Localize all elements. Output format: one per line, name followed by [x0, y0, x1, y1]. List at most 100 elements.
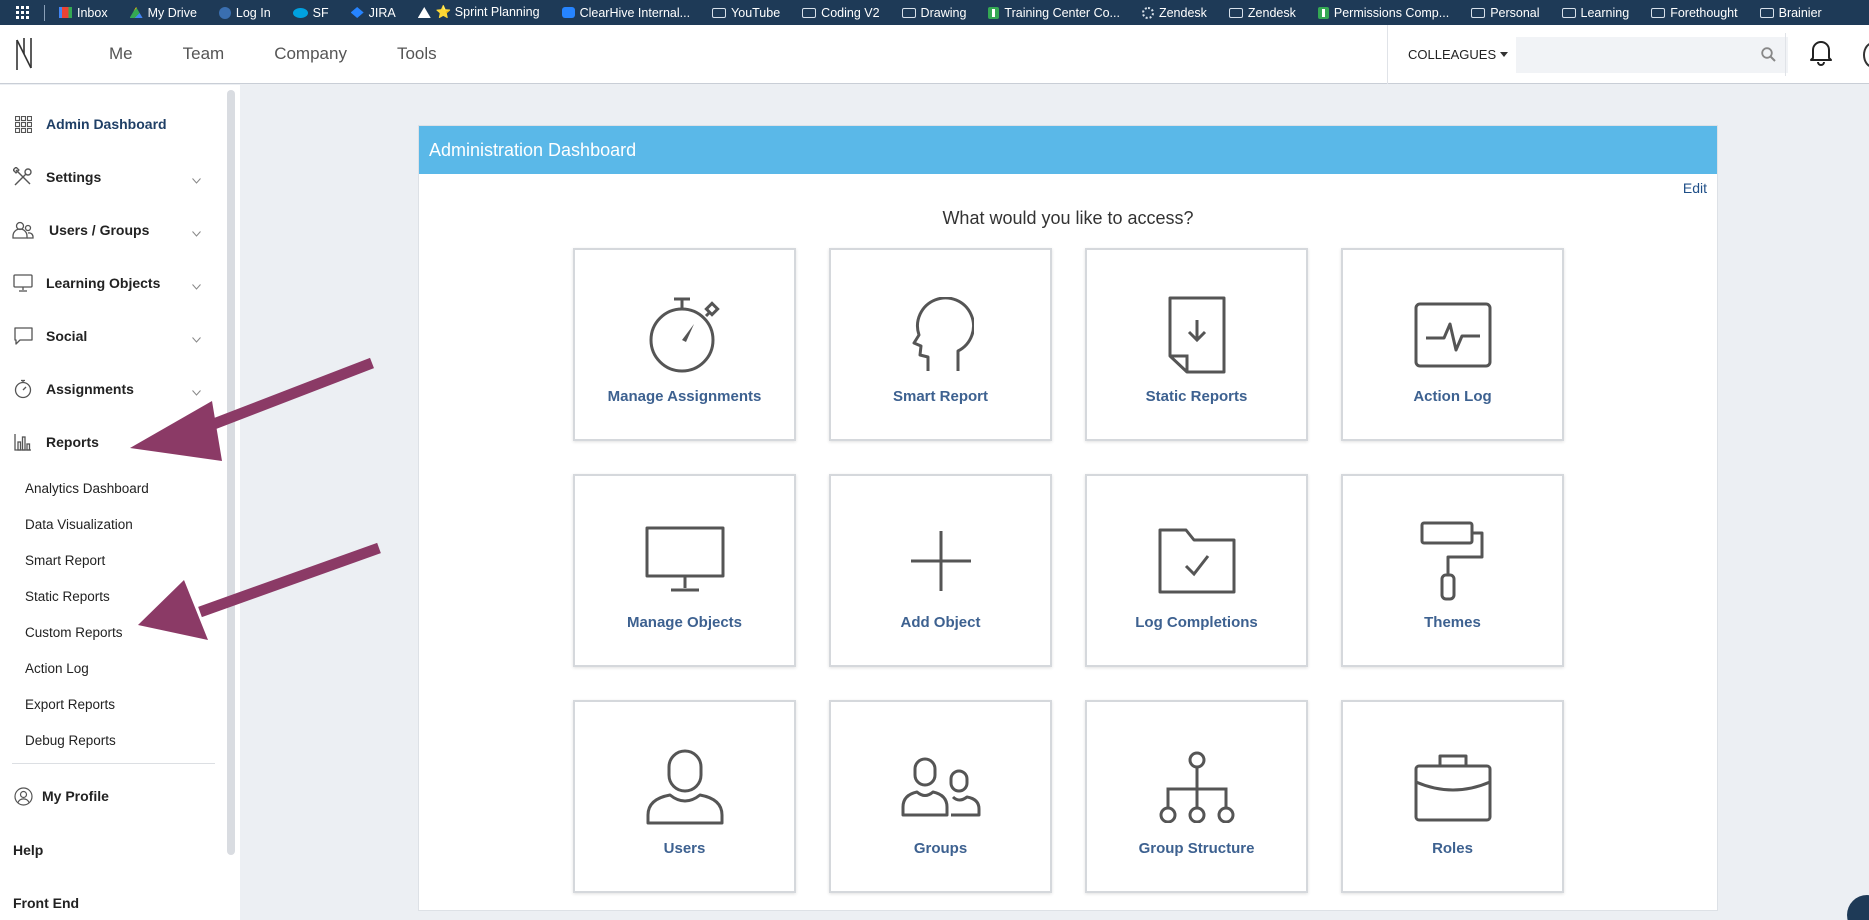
sidebar-item-users-groups[interactable]: Users / Groups	[0, 208, 215, 252]
bookmark-label: Personal	[1490, 5, 1540, 20]
tile-users[interactable]: Users	[573, 700, 796, 893]
chat-launcher-icon[interactable]	[1847, 895, 1869, 920]
sidebar-item-settings[interactable]: Settings	[0, 155, 215, 199]
nav-link-company[interactable]: Company	[249, 44, 372, 64]
admin-dashboard-panel: Administration Dashboard Edit What would…	[418, 125, 1718, 911]
bookmark-learning[interactable]: Learning	[1561, 6, 1629, 20]
sidebar-subitem-custom-reports[interactable]: Custom Reports	[25, 625, 123, 640]
bookmark-youtube[interactable]: YouTube	[712, 6, 780, 20]
colleagues-dropdown[interactable]: COLLEAGUES	[1408, 47, 1509, 62]
bookmark-coding-v2[interactable]: Coding V2	[802, 5, 880, 20]
bookmark-permissions[interactable]: Permissions Comp...	[1317, 5, 1450, 20]
sidebar-item-admin-dashboard[interactable]: Admin Dashboard	[0, 102, 215, 146]
bookmark-forethought[interactable]: Forethought	[1651, 6, 1738, 20]
sidebar-item-learning-objects[interactable]: Learning Objects	[0, 261, 215, 305]
tile-label: Manage Objects	[626, 614, 743, 631]
tile-group-structure[interactable]: Group Structure	[1085, 700, 1308, 893]
sidebar-item-social[interactable]: Social	[0, 314, 215, 358]
sidebar-item-label: Users / Groups	[49, 222, 150, 238]
folder-icon	[802, 7, 817, 18]
bar-chart-icon	[12, 433, 34, 451]
tile-log-completions[interactable]: Log Completions	[1085, 474, 1308, 667]
bookmark-label: Coding V2	[821, 5, 880, 20]
tile-groups[interactable]: Groups	[829, 700, 1052, 893]
panel-header: Administration Dashboard	[419, 126, 1717, 174]
head-icon	[908, 294, 974, 376]
search-input[interactable]	[1516, 36, 1789, 73]
bookmark-log-in[interactable]: Log In	[218, 6, 271, 20]
bookmark-inbox[interactable]: Inbox	[59, 6, 108, 20]
tile-roles[interactable]: Roles	[1341, 700, 1564, 893]
document-download-icon	[1167, 294, 1227, 376]
bell-icon[interactable]	[1808, 38, 1834, 71]
bookmark-personal[interactable]: Personal	[1471, 5, 1540, 20]
users-icon	[12, 221, 34, 239]
folder-icon	[1228, 7, 1243, 18]
nav-link-team[interactable]: Team	[158, 44, 250, 64]
tile-label: Static Reports	[1145, 388, 1248, 405]
avatar[interactable]	[1863, 42, 1869, 68]
chevron-down-icon[interactable]	[192, 277, 201, 295]
chevron-down-icon[interactable]	[192, 330, 201, 348]
drive-icon	[129, 7, 143, 18]
sidebar-item-label: Social	[46, 328, 88, 344]
bookmark-brainier[interactable]: Brainier	[1759, 6, 1822, 20]
nav-link-me[interactable]: Me	[84, 44, 158, 64]
sidebar-item-label: Admin Dashboard	[46, 116, 167, 132]
chevron-down-icon[interactable]	[192, 171, 201, 189]
tile-smart-report[interactable]: Smart Report	[829, 248, 1052, 441]
sidebar-scrollbar[interactable]	[227, 90, 235, 855]
tile-manage-assignments[interactable]: Manage Assignments	[573, 248, 796, 441]
tile-manage-objects[interactable]: Manage Objects	[573, 474, 796, 667]
bookmark-zendesk[interactable]: Zendesk	[1141, 6, 1207, 20]
nav-link-tools[interactable]: Tools	[372, 44, 462, 64]
bookmark-sprint-planning[interactable]: ⭐ Sprint Planning	[417, 5, 540, 20]
sidebar-subitem-debug-reports[interactable]: Debug Reports	[25, 733, 116, 748]
bookmark-jira[interactable]: JIRA	[350, 6, 396, 20]
annotation-arrow-reports	[130, 357, 374, 461]
sidebar-subitem-action-log[interactable]: Action Log	[25, 661, 89, 676]
bookmark-training-center[interactable]: Training Center Co...	[988, 6, 1120, 20]
tools-icon	[12, 167, 34, 187]
bookmark-label: My Drive	[147, 5, 197, 20]
sidebar-subitem-export-reports[interactable]: Export Reports	[25, 697, 115, 712]
sidebar-item-my-profile[interactable]: My Profile	[0, 774, 215, 818]
bookmark-zendesk-folder[interactable]: Zendesk	[1228, 6, 1296, 20]
sidebar-divider	[12, 763, 215, 764]
bookmark-sf[interactable]: SF	[292, 6, 329, 20]
grid-icon	[12, 115, 34, 133]
chevron-down-icon[interactable]	[192, 224, 201, 242]
paint-roller-icon	[1420, 520, 1486, 602]
bookmark-label: Drawing	[920, 5, 967, 20]
colleagues-label: COLLEAGUES	[1408, 47, 1497, 62]
tile-label: Smart Report	[892, 388, 989, 405]
sprint-icon	[417, 7, 431, 18]
profile-icon	[12, 786, 34, 806]
tile-themes[interactable]: Themes	[1341, 474, 1564, 667]
bookmark-label: Permissions Comp...	[1333, 5, 1450, 20]
sidebar-item-label: Front End	[13, 895, 80, 911]
app-logo-icon[interactable]	[14, 34, 64, 74]
tile-label: Users	[663, 840, 706, 857]
sidebar-item-help[interactable]: Help	[0, 828, 215, 872]
bookmark-drawing[interactable]: Drawing	[901, 5, 967, 20]
tile-static-reports[interactable]: Static Reports	[1085, 248, 1308, 441]
bookmark-clearhive[interactable]: ClearHive Internal...	[561, 6, 690, 20]
group-icon	[901, 746, 981, 828]
edit-link[interactable]: Edit	[1683, 180, 1707, 196]
sidebar-subitem-analytics-dashboard[interactable]: Analytics Dashboard	[25, 481, 149, 496]
sidebar-subitem-data-visualization[interactable]: Data Visualization	[25, 517, 133, 532]
tile-label: Roles	[1432, 840, 1473, 857]
bookmarks-separator	[44, 4, 45, 21]
tile-label: Add Object	[900, 614, 981, 631]
sidebar-item-label: Settings	[46, 169, 102, 185]
sidebar-item-front-end[interactable]: Front End	[0, 881, 215, 920]
tile-add-object[interactable]: Add Object	[829, 474, 1052, 667]
apps-grid-icon[interactable]	[0, 6, 44, 19]
sidebar-subitem-static-reports[interactable]: Static Reports	[25, 589, 110, 604]
search-icon[interactable]	[1761, 46, 1776, 67]
sidebar-subitem-smart-report[interactable]: Smart Report	[25, 553, 105, 568]
folder-icon	[1651, 7, 1666, 18]
tile-action-log[interactable]: Action Log	[1341, 248, 1564, 441]
bookmark-my-drive[interactable]: My Drive	[129, 5, 197, 20]
